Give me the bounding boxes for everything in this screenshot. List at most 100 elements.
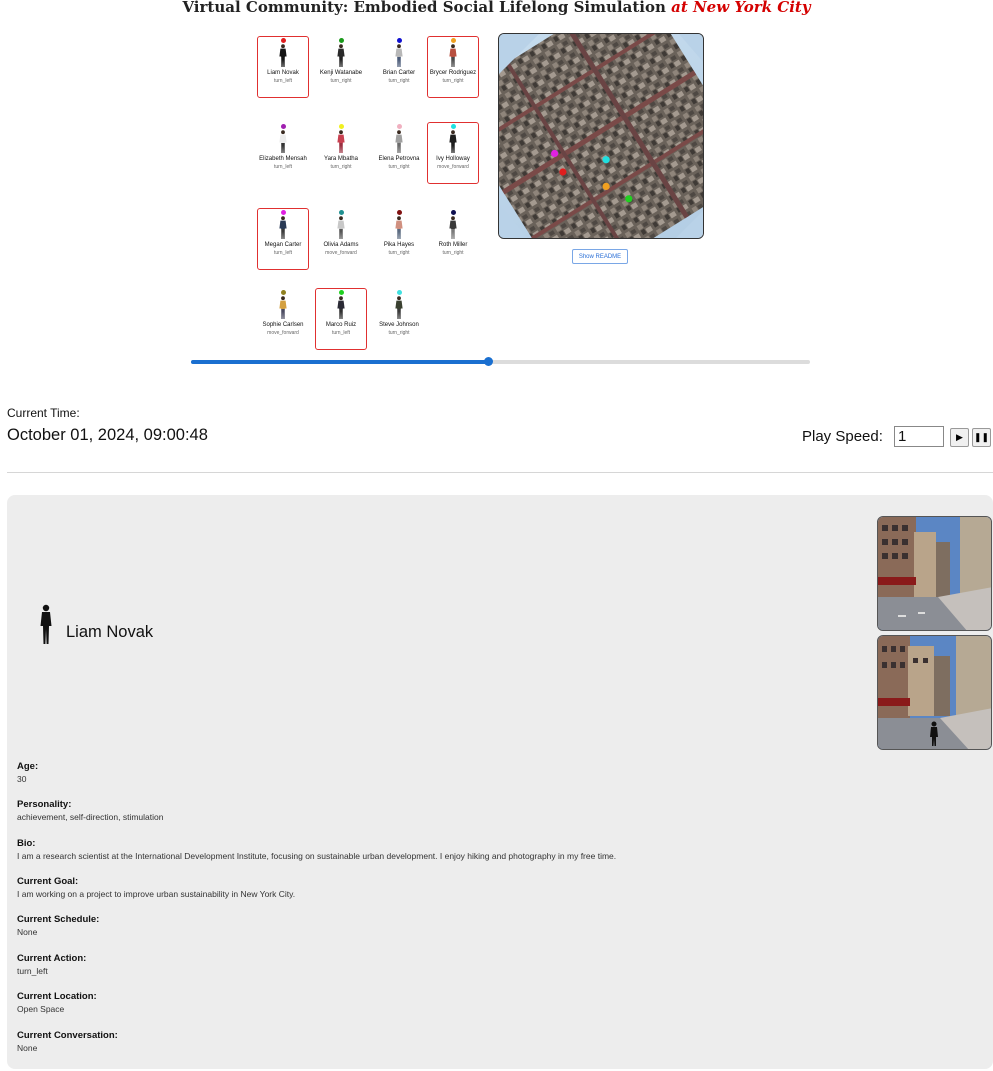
agent-card-action: move_forward bbox=[325, 249, 357, 256]
agent-color-dot bbox=[450, 124, 456, 129]
agent-card-name: Megan Carter bbox=[264, 242, 302, 248]
profile-field-value: I am a research scientist at the Interna… bbox=[17, 851, 617, 861]
agent-figure-icon bbox=[395, 44, 403, 67]
agent-map-marker bbox=[625, 195, 633, 203]
agent-color-dot bbox=[338, 290, 344, 295]
agent-card[interactable]: Roth Miller turn_right bbox=[427, 208, 479, 270]
profile-field-value: I am working on a project to improve urb… bbox=[17, 889, 296, 899]
agent-card-name: Liam Novak bbox=[267, 70, 299, 76]
agent-card[interactable]: Brycer Rodriguez turn_right bbox=[427, 36, 479, 98]
timeline-slider[interactable] bbox=[191, 357, 810, 366]
agent-card[interactable]: Kenji Watanabe turn_right bbox=[315, 36, 367, 98]
agent-color-dot bbox=[450, 38, 456, 43]
play-icon: ▶ bbox=[956, 432, 963, 442]
agent-card-name: Kenji Watanabe bbox=[319, 70, 363, 76]
agent-figure-icon bbox=[449, 130, 457, 153]
agent-card-name: Sophie Carlsen bbox=[262, 322, 304, 328]
agent-third-person-view bbox=[877, 635, 992, 750]
profile-field: Age: 30 bbox=[17, 761, 38, 785]
agent-color-dot bbox=[396, 38, 402, 43]
play-speed-label: Play Speed: bbox=[802, 428, 883, 445]
title-place: at New York City bbox=[671, 0, 811, 16]
profile-field-value: None bbox=[17, 1043, 38, 1053]
agent-card[interactable]: Megan Carter turn_left bbox=[257, 208, 309, 270]
agent-map-marker bbox=[602, 156, 610, 164]
agent-color-dot bbox=[450, 210, 456, 215]
profile-field-label: Current Conversation: bbox=[17, 1030, 118, 1041]
title-main: Virtual Community: Embodied Social Lifel… bbox=[182, 0, 666, 16]
agent-color-dot bbox=[338, 124, 344, 129]
agent-card-action: turn_right bbox=[330, 163, 352, 170]
agent-map-marker bbox=[559, 168, 567, 176]
agent-color-dot bbox=[280, 124, 286, 129]
agent-card[interactable]: Steve Johnson turn_right bbox=[373, 288, 425, 350]
agent-color-dot bbox=[396, 290, 402, 295]
agent-card-name: Steve Johnson bbox=[379, 322, 419, 328]
agent-map-marker bbox=[551, 149, 559, 158]
agent-card-name: Elena Petrovna bbox=[378, 156, 420, 162]
profile-field: Current Schedule: None bbox=[17, 914, 99, 938]
agent-figure-icon bbox=[395, 130, 403, 153]
agent-card[interactable]: Sophie Carlsen move_forward bbox=[257, 288, 309, 350]
agent-card[interactable]: Brian Carter turn_right bbox=[373, 36, 425, 98]
profile-field: Current Conversation: None bbox=[17, 1030, 118, 1054]
agent-figure-icon bbox=[337, 296, 345, 319]
play-button[interactable]: ▶ bbox=[950, 428, 969, 447]
timeline-slider-thumb[interactable] bbox=[484, 357, 494, 366]
agent-card-action: turn_left bbox=[331, 329, 351, 336]
agent-avatar-icon bbox=[40, 604, 52, 644]
play-speed-input[interactable] bbox=[894, 426, 944, 447]
profile-field-value: Open Space bbox=[17, 1004, 65, 1014]
agent-card[interactable]: Elena Petrovna turn_right bbox=[373, 122, 425, 184]
profile-field: Current Action: turn_left bbox=[17, 953, 86, 977]
agent-card[interactable]: Marco Ruiz turn_left bbox=[315, 288, 367, 350]
agent-figure-icon bbox=[279, 44, 287, 67]
profile-field-label: Current Location: bbox=[17, 991, 97, 1002]
agent-figure-icon bbox=[279, 216, 287, 239]
agent-card-action: turn_left bbox=[273, 77, 293, 84]
show-readme-button[interactable]: Show README bbox=[572, 249, 628, 264]
agent-figure-icon bbox=[337, 44, 345, 67]
current-time-value: October 01, 2024, 09:00:48 bbox=[7, 426, 208, 444]
agent-card-action: turn_right bbox=[442, 77, 464, 84]
agent-card[interactable]: Pika Hayes turn_right bbox=[373, 208, 425, 270]
pause-button[interactable]: ❚❚ bbox=[972, 428, 991, 447]
agent-figure-icon bbox=[337, 216, 345, 239]
profile-field-value: 30 bbox=[17, 774, 27, 784]
agent-card[interactable]: Liam Novak turn_left bbox=[257, 36, 309, 98]
timeline-slider-fill bbox=[191, 360, 489, 364]
agent-card-action: move_forward bbox=[437, 163, 469, 170]
agent-card-action: turn_right bbox=[388, 249, 410, 256]
profile-field-label: Bio: bbox=[17, 838, 36, 849]
city-map[interactable] bbox=[498, 33, 704, 239]
agent-detail-panel: Liam Novak bbox=[7, 495, 993, 1069]
profile-field-label: Age: bbox=[17, 761, 39, 772]
agent-card-name: Brian Carter bbox=[382, 70, 416, 76]
agent-card-action: turn_right bbox=[388, 329, 410, 336]
profile-field: Bio: I am a research scientist at the Int… bbox=[17, 838, 616, 862]
agent-card-name: Pika Hayes bbox=[383, 242, 415, 248]
agent-figure-icon bbox=[449, 216, 457, 239]
agent-figure-icon bbox=[279, 296, 287, 319]
agent-card[interactable]: Elizabeth Mensah turn_left bbox=[257, 122, 309, 184]
current-time-label: Current Time: bbox=[7, 406, 80, 420]
agent-figure-icon bbox=[337, 130, 345, 153]
agent-card[interactable]: Yara Mbatha turn_right bbox=[315, 122, 367, 184]
profile-field: Personality: achievement, self-direction,… bbox=[17, 799, 163, 823]
agent-figure-icon bbox=[279, 130, 287, 153]
agent-card[interactable]: Olivia Adams move_forward bbox=[315, 208, 367, 270]
city-map-image bbox=[499, 34, 703, 238]
page-title: Virtual Community: Embodied Social Lifel… bbox=[0, 0, 993, 22]
profile-field-value: turn_left bbox=[17, 966, 48, 976]
profile-field: Current Goal: I am working on a project t… bbox=[17, 876, 295, 900]
agent-card[interactable]: Ivy Holloway move_forward bbox=[427, 122, 479, 184]
agent-card-name: Marco Ruiz bbox=[325, 322, 357, 328]
agent-map-marker bbox=[602, 182, 610, 190]
agent-card-action: turn_right bbox=[388, 77, 410, 84]
profile-field-label: Current Goal: bbox=[17, 876, 79, 887]
agent-card-action: turn_right bbox=[388, 163, 410, 170]
profile-field-label: Personality: bbox=[17, 799, 72, 810]
agent-color-dot bbox=[338, 210, 344, 215]
agent-color-dot bbox=[396, 124, 402, 129]
agent-grid: Liam Novak turn_left Kenji Watanabe turn_ri… bbox=[253, 36, 483, 350]
